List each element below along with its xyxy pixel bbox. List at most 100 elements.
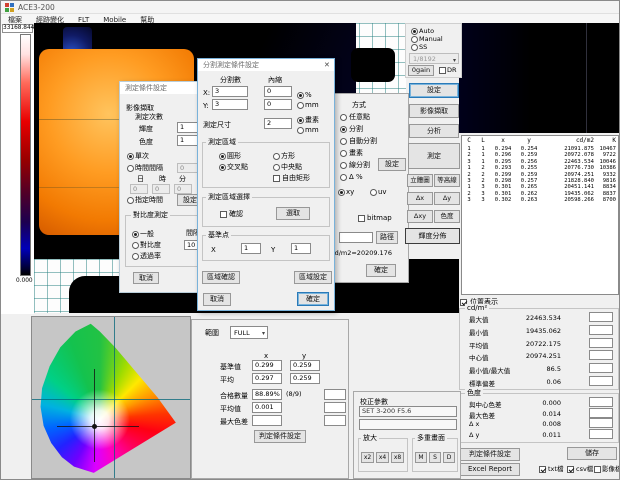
stats-judge-button[interactable]: 判定條件設定 bbox=[460, 448, 520, 461]
analyze-button[interactable]: 分析 bbox=[409, 124, 459, 138]
size-pixel-radio[interactable] bbox=[297, 117, 304, 124]
inset-percent-radio[interactable] bbox=[297, 92, 304, 99]
y-inset-input[interactable]: 0 bbox=[264, 99, 292, 110]
freerect-checkbox[interactable] bbox=[273, 175, 280, 182]
stat-box[interactable] bbox=[589, 312, 613, 322]
region-confirm-button[interactable]: 區域確認 bbox=[202, 271, 240, 284]
gain-ss-radio[interactable] bbox=[411, 44, 418, 51]
transmit-radio[interactable] bbox=[132, 253, 139, 260]
method-option-delta[interactable]: Δ % bbox=[349, 173, 363, 181]
range-select[interactable]: FULL bbox=[230, 326, 268, 339]
judge-condition-button[interactable]: 判定條件設定 bbox=[254, 430, 306, 443]
gain-button[interactable]: 0gain bbox=[408, 65, 434, 76]
coord-uv-radio[interactable] bbox=[370, 189, 377, 196]
interval-radio[interactable] bbox=[127, 165, 134, 172]
method-option-pixel[interactable]: 畫素 bbox=[349, 149, 363, 157]
split-cancel-button[interactable]: 取消 bbox=[203, 293, 231, 306]
inset-mm-radio[interactable] bbox=[297, 102, 304, 109]
size-input[interactable]: 2 bbox=[264, 118, 292, 129]
normal-label[interactable]: 一般 bbox=[140, 230, 154, 238]
delta-x-button[interactable]: Δx bbox=[407, 192, 433, 205]
txt-file-checkbox[interactable] bbox=[539, 466, 546, 473]
single-radio[interactable] bbox=[127, 153, 134, 160]
specified-time-radio[interactable] bbox=[127, 197, 134, 204]
method-set-button[interactable]: 設定 bbox=[378, 158, 406, 171]
specified-time-label[interactable]: 指定時間 bbox=[135, 196, 163, 204]
method-radio-pixel[interactable] bbox=[340, 150, 347, 157]
single-label[interactable]: 單次 bbox=[135, 152, 149, 160]
x-div-input[interactable]: 3 bbox=[212, 86, 248, 97]
cross-label[interactable]: 交叉點 bbox=[227, 163, 248, 171]
coord-xy-label[interactable]: xy bbox=[346, 188, 354, 196]
measure-cancel-button[interactable]: 取消 bbox=[133, 272, 159, 284]
bitmap-checkbox[interactable] bbox=[358, 215, 365, 222]
multi-d-button[interactable]: D bbox=[443, 452, 455, 463]
method-option-split[interactable]: 分割 bbox=[349, 125, 363, 133]
coord-uv-label[interactable]: uv bbox=[378, 188, 387, 196]
contrast-label[interactable]: 對比度 bbox=[140, 241, 161, 249]
shutter-select[interactable]: 1/8192 bbox=[409, 53, 459, 64]
stat-box[interactable] bbox=[589, 376, 613, 386]
method-option-autosplit[interactable]: 自動分割 bbox=[349, 137, 377, 145]
contrast-radio[interactable] bbox=[132, 242, 139, 249]
delta-y-button[interactable]: Δy bbox=[434, 192, 460, 205]
stat-box[interactable] bbox=[589, 429, 613, 439]
stat-box[interactable] bbox=[589, 397, 613, 407]
inset-percent-label[interactable]: % bbox=[305, 91, 312, 99]
square-radio[interactable] bbox=[273, 153, 280, 160]
method-radio-any[interactable] bbox=[340, 114, 347, 121]
ref-x-input[interactable]: 1 bbox=[241, 243, 261, 254]
contour-button[interactable]: 等高線 bbox=[434, 174, 460, 187]
center-label[interactable]: 中央點 bbox=[281, 163, 302, 171]
split-ok-button[interactable]: 確定 bbox=[297, 292, 329, 306]
cross-radio[interactable] bbox=[219, 164, 226, 171]
bitmap-path-button[interactable]: 路徑 bbox=[376, 231, 398, 244]
ref-y-value[interactable]: 0.259 bbox=[290, 360, 320, 371]
freerect-label[interactable]: 自由矩形 bbox=[282, 174, 310, 182]
x-inset-input[interactable]: 0 bbox=[264, 86, 292, 97]
method-radio-autosplit[interactable] bbox=[340, 138, 347, 145]
inset-mm-label[interactable]: mm bbox=[305, 101, 319, 109]
ref-y-input[interactable]: 1 bbox=[291, 243, 311, 254]
gain-manual-radio[interactable] bbox=[411, 36, 418, 43]
circle-radio[interactable] bbox=[219, 153, 226, 160]
stat-box[interactable] bbox=[589, 408, 613, 418]
avg-y-value[interactable]: 0.259 bbox=[290, 373, 320, 384]
zoom-x8-button[interactable]: x8 bbox=[391, 452, 404, 463]
day-input[interactable]: 0 bbox=[130, 184, 148, 194]
cie-diagram[interactable] bbox=[31, 316, 191, 479]
hour-input[interactable]: 0 bbox=[152, 184, 170, 194]
image-file-checkbox[interactable] bbox=[594, 466, 601, 473]
results-table[interactable]: CL xy cd/m2K 11 0.2940.254 21091.8751046… bbox=[461, 135, 619, 295]
measure-dialog-title[interactable]: 測定條件設定 bbox=[120, 82, 208, 94]
size-mm-label[interactable]: mm bbox=[305, 126, 319, 134]
multi-m-button[interactable]: M bbox=[415, 452, 427, 463]
pick-button[interactable]: 選取 bbox=[276, 207, 310, 220]
luminance-dist-button[interactable]: 輝度分佈 bbox=[405, 228, 460, 244]
gain-ss-label[interactable]: SS bbox=[419, 43, 427, 51]
method-radio-line[interactable] bbox=[340, 162, 347, 169]
stat-box[interactable] bbox=[589, 418, 613, 428]
delta-xy-button[interactable]: Δxy bbox=[407, 210, 433, 223]
csv-file-checkbox[interactable] bbox=[567, 466, 574, 473]
method-ok-button[interactable]: 確定 bbox=[366, 264, 396, 277]
stat-box[interactable] bbox=[589, 338, 613, 348]
solid-view-button[interactable]: 立體圖 bbox=[407, 174, 433, 187]
multi-s-button[interactable]: S bbox=[429, 452, 441, 463]
gain-auto-radio[interactable] bbox=[411, 28, 418, 35]
size-mm-radio[interactable] bbox=[297, 127, 304, 134]
confirm-label[interactable]: 確認 bbox=[229, 210, 243, 218]
gain-manual-label[interactable]: Manual bbox=[419, 35, 443, 43]
method-option-any[interactable]: 任意點 bbox=[349, 113, 370, 121]
interval-label[interactable]: 時間間隔 bbox=[135, 164, 163, 172]
gain-auto-label[interactable]: Auto bbox=[419, 27, 434, 35]
stat-box[interactable] bbox=[589, 350, 613, 360]
method-radio-delta[interactable] bbox=[340, 174, 347, 181]
table-row[interactable]: 33 0.3020.263 20598.2668700 bbox=[462, 197, 618, 203]
set-button[interactable]: 設定 bbox=[409, 83, 459, 98]
dr-checkbox[interactable] bbox=[439, 67, 446, 74]
method-radio-split[interactable] bbox=[340, 126, 347, 133]
coord-xy-radio[interactable] bbox=[338, 189, 345, 196]
capture-button[interactable]: 影像擷取 bbox=[409, 104, 459, 118]
method-option-line[interactable]: 線分割 bbox=[349, 161, 370, 169]
